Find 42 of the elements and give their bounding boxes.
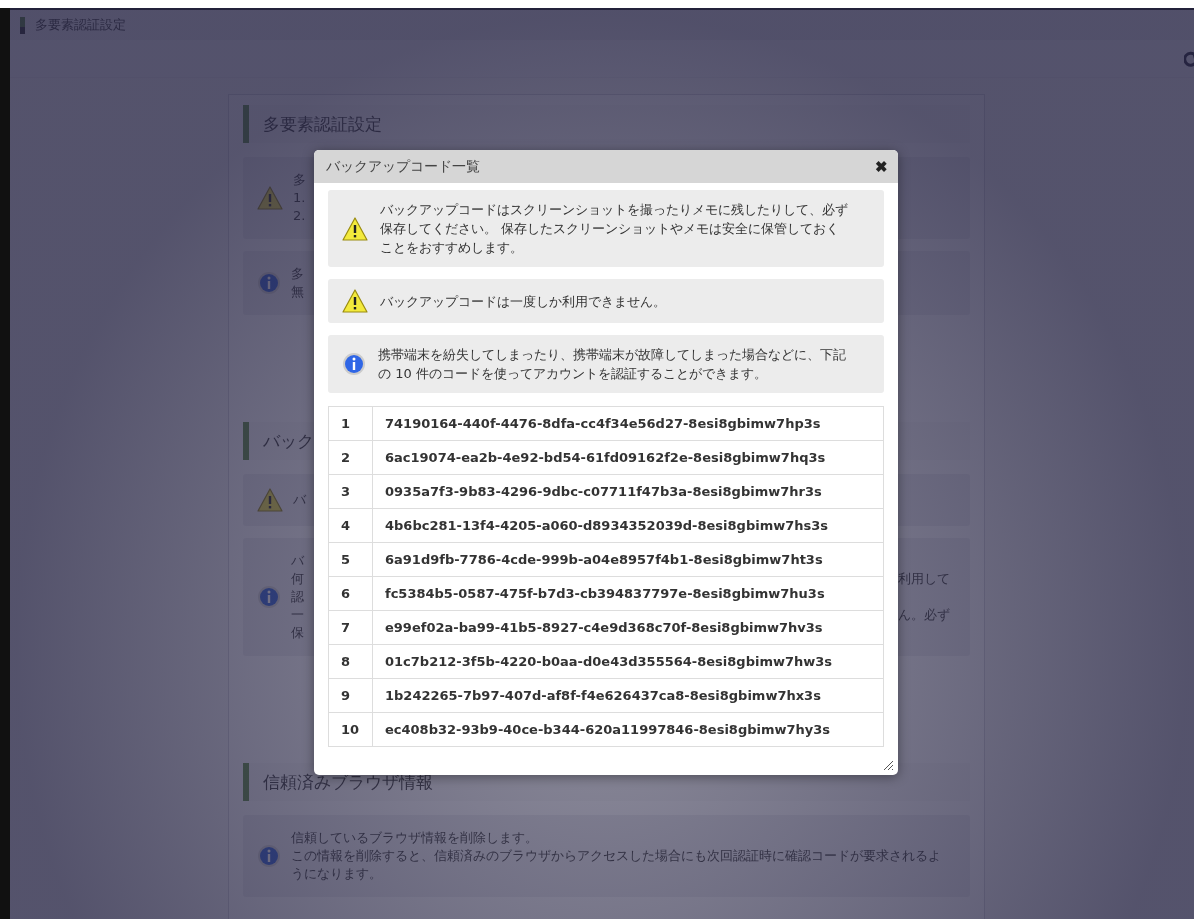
message-text: 保	[291, 624, 304, 642]
row-number: 5	[328, 542, 373, 577]
backup-code: 01c7b212-3f5b-4220-b0aa-d0e43d355564-8esi8gbimw7hw3s	[372, 644, 884, 679]
dialog-title: バックアップコード一覧	[326, 157, 480, 176]
row-number: 6	[328, 576, 373, 611]
backup-code: fc5384b5-0587-475f-b7d3-cb394837797e-8esi8gbimw7hu3s	[372, 576, 884, 611]
message-text: 何	[291, 570, 304, 588]
row-number: 9	[328, 678, 373, 713]
backup-code: 4b6bc281-13f4-4205-a060-d8934352039d-8esi8gbimw7hs3s	[372, 508, 884, 543]
message-text: バ	[291, 552, 304, 570]
warning-icon	[342, 289, 368, 313]
warning-icon	[257, 488, 283, 512]
backup-code: 0935a7f3-9b83-4296-9dbc-c07711f47b3a-8esi8gbimw7hr3s	[372, 474, 884, 509]
warning-icon	[342, 216, 368, 241]
info-icon	[257, 844, 281, 868]
alert-text: 携帯端末を紛失してしまったり、携帯端末が故障してしまった場合などに、下記の 10 件のコードを使ってアカウントを認証することができます。	[378, 346, 847, 383]
title-marker	[20, 16, 25, 34]
resize-grip-icon[interactable]	[883, 760, 894, 771]
backup-code: 1b242265-7b97-407d-af8f-f4e626437ca8-8esi8gbimw7hx3s	[372, 678, 884, 713]
alert-text: バックアップコードはスクリーンショットを撮ったりメモに残したりして、必ず保存してください。 保存したスクリーンショットやメモは安全に保管しておくことをおすすめします。	[380, 201, 849, 257]
row-number: 8	[328, 644, 373, 679]
backup-code: 74190164-440f-4476-8dfa-cc4f34e56d27-8esi8gbimw7hp3s	[372, 406, 884, 441]
row-number: 10	[328, 712, 373, 747]
row-number: 1	[328, 406, 373, 441]
info-icon	[257, 585, 281, 609]
row-number: 4	[328, 508, 373, 543]
row-number: 2	[328, 440, 373, 475]
section-title: バック	[263, 429, 314, 453]
row-number: 3	[328, 474, 373, 509]
message-text: 認	[291, 588, 304, 606]
section-title: 信頼済みブラウザ情報	[263, 770, 433, 794]
backup-code: 6ac19074-ea2b-4e92-bd54-61fd09162f2e-8esi8gbimw7hq3s	[372, 440, 884, 475]
message-text: バ	[293, 491, 306, 509]
info-icon	[257, 271, 281, 295]
info-icon	[342, 352, 366, 376]
alert-text: バックアップコードは一度しか利用できません。	[380, 292, 667, 311]
warning-icon	[257, 186, 283, 210]
row-number: 7	[328, 610, 373, 645]
backup-code: ec408b32-93b9-40ce-b344-620a11997846-8esi8gbimw7hy3s	[372, 712, 884, 747]
backup-code: 6a91d9fb-7786-4cde-999b-a04e8957f4b1-8esi8gbimw7ht3s	[372, 542, 884, 577]
backup-code: e99ef02a-ba99-41b5-8927-c4e9d368c70f-8esi8gbimw7hv3s	[372, 610, 884, 645]
close-button[interactable]: ✖	[875, 157, 888, 176]
